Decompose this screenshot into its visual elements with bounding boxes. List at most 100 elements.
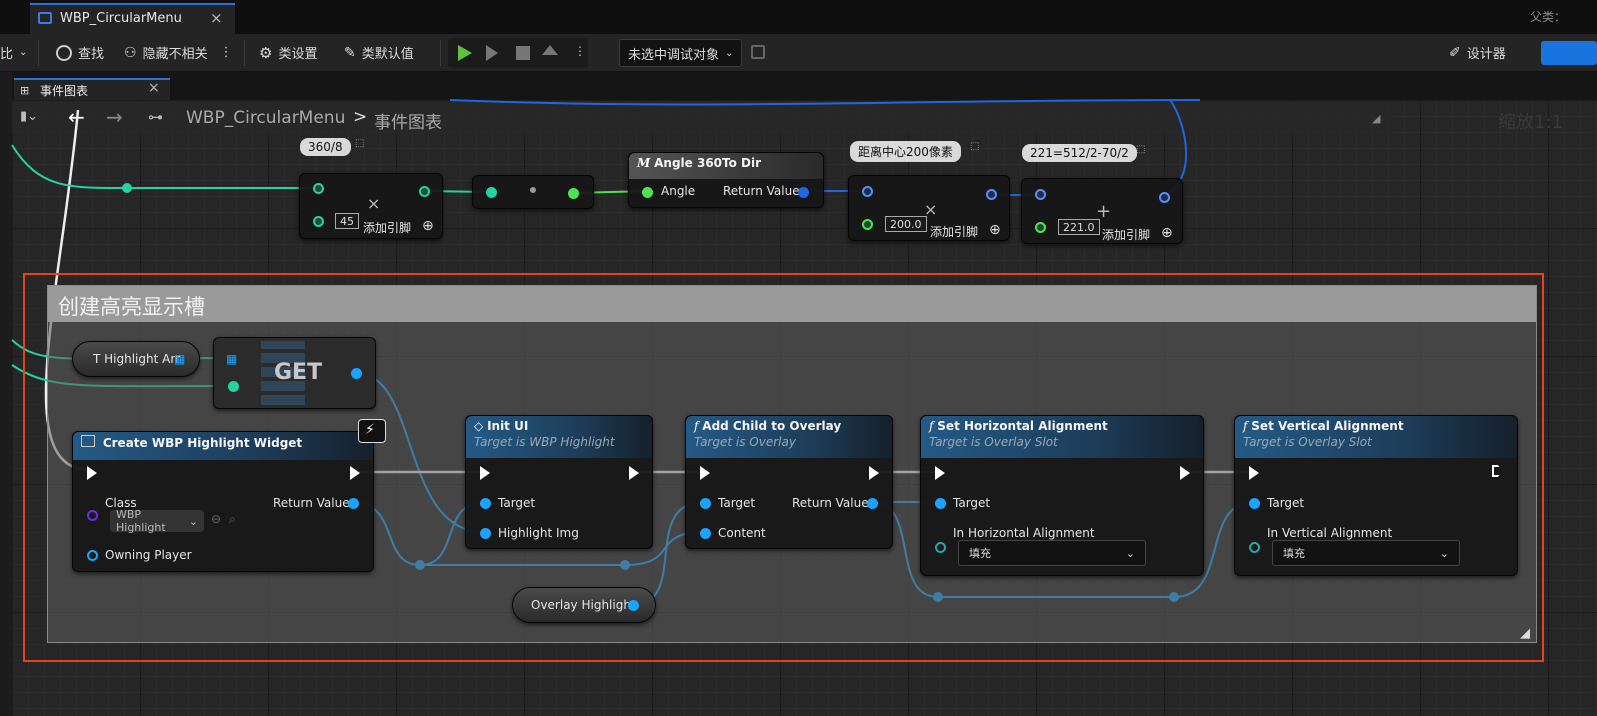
class-input-pin[interactable] [87, 510, 98, 521]
node-title: Create WBP Highlight Widget [102, 436, 303, 450]
angle-input-pin[interactable] [642, 187, 653, 198]
alignment-pin-label: In Horizontal Alignment [953, 526, 1095, 540]
divide-node[interactable]: × 45 添加引脚 ⊕ [299, 173, 443, 239]
return-output-pin[interactable] [348, 498, 359, 509]
angle-pin-label: Angle [661, 184, 696, 198]
highlight-img-pin[interactable] [480, 528, 491, 539]
exec-input-pin[interactable] [700, 466, 710, 480]
pin-comment-icon[interactable]: ⬚ [970, 141, 979, 152]
owning-player-label: Owning Player [105, 548, 192, 562]
init-ui-node[interactable]: ◇ Init UI Target is WBP Highlight Target… [465, 415, 653, 549]
array-get-node[interactable]: GET ▦ [213, 337, 376, 409]
exec-output-pin-unconnected[interactable] [1492, 465, 1502, 477]
add-node[interactable]: + 221.0 添加引脚 ⊕ [1021, 178, 1183, 244]
function-icon: f [694, 419, 699, 433]
class-select[interactable]: WBP Highlight ⌄ [110, 508, 204, 534]
index-input-pin[interactable] [228, 381, 239, 392]
output-pin[interactable] [568, 188, 579, 199]
add-pin-icon[interactable]: ⊕ [422, 218, 434, 234]
output-pin[interactable] [1159, 192, 1170, 203]
search-icon[interactable]: ⌕ [229, 512, 236, 527]
target-pin[interactable] [935, 498, 946, 509]
reroute-convert-node[interactable] [472, 175, 594, 209]
target-pin-label: Target [1267, 496, 1305, 510]
chevron-down-icon: ⌄ [188, 514, 198, 528]
add-pin-icon[interactable]: ⊕ [1161, 225, 1173, 241]
add-pin-icon[interactable]: ⊕ [989, 222, 1001, 238]
return-pin-label: Return Value [723, 184, 800, 198]
array-pin-icon[interactable]: ▦ [226, 352, 237, 366]
set-vertical-alignment-node[interactable]: f Set Vertical Alignment Target is Overl… [1234, 415, 1518, 576]
owning-player-pin[interactable] [87, 550, 98, 561]
variable-label: Overlay Highlight [531, 598, 636, 612]
input-pin[interactable] [313, 183, 324, 194]
output-pin[interactable] [986, 189, 997, 200]
output-pin[interactable] [351, 368, 362, 379]
lightning-icon: ⚡ [365, 422, 375, 438]
output-pin[interactable] [419, 186, 430, 197]
input-pin[interactable] [486, 187, 497, 198]
return-output-pin[interactable] [798, 187, 809, 198]
add-pin-label[interactable]: 添加引脚 [930, 223, 978, 240]
get-label: GET [274, 360, 323, 385]
alignment-pin[interactable] [935, 542, 946, 553]
overlay-highlight-variable-node[interactable]: Overlay Highlight [512, 587, 656, 623]
input-pin[interactable] [313, 216, 324, 227]
pin-comment-icon[interactable]: ⬚ [1136, 144, 1145, 155]
angle-to-dir-node[interactable]: M Angle 360To Dir Angle Return Value [628, 152, 824, 208]
pin-comment-icon[interactable]: ⬚ [355, 138, 364, 149]
widget-icon [81, 435, 95, 447]
array-pin-icon[interactable]: ▦ [174, 352, 185, 366]
node-title: Set Horizontal Alignment [937, 419, 1108, 433]
resize-grip-icon[interactable]: ◢ [1520, 626, 1530, 641]
variable-label: T Highlight Arr [93, 352, 180, 366]
horizontal-alignment-select[interactable]: 填充 ⌄ [958, 540, 1146, 566]
mul-value-field[interactable]: 200.0 [885, 216, 927, 232]
exec-input-pin[interactable] [1249, 466, 1259, 480]
event-icon: ◇ [474, 419, 484, 433]
return-pin-label: Return Value [273, 496, 350, 510]
exec-output-pin[interactable] [869, 466, 879, 480]
input-pin[interactable] [862, 186, 873, 197]
add-pin-label[interactable]: 添加引脚 [1102, 226, 1150, 243]
target-pin-label: Target [953, 496, 991, 510]
t-highlight-variable-node[interactable]: T Highlight Arr ▦ [72, 341, 200, 377]
exec-input-pin[interactable] [480, 466, 490, 480]
create-widget-node[interactable]: Create WBP Highlight Widget Class Return… [72, 431, 374, 572]
node-title: Add Child to Overlay [702, 419, 842, 433]
content-pin[interactable] [700, 528, 711, 539]
return-output-pin[interactable] [867, 498, 878, 509]
exec-input-pin[interactable] [87, 466, 97, 480]
alignment-pin[interactable] [1249, 542, 1260, 553]
node-subtitle: Target is Overlay Slot [929, 435, 1058, 449]
node-subtitle: Target is Overlay Slot [1243, 435, 1372, 449]
target-pin[interactable] [1249, 498, 1260, 509]
exec-input-pin[interactable] [935, 466, 945, 480]
browse-arrow-icon[interactable]: ⊖ [211, 512, 221, 526]
exec-output-pin[interactable] [350, 466, 360, 480]
node-title: Init UI [487, 419, 529, 433]
comment-title[interactable]: 创建高亮显示槽 [48, 286, 1536, 322]
target-pin[interactable] [480, 498, 491, 509]
node-subtitle: Target is WBP Highlight [474, 435, 615, 449]
div-comment-bubble: 360/8 [300, 138, 351, 156]
set-horizontal-alignment-node[interactable]: f Set Horizontal Alignment Target is Ove… [920, 415, 1204, 576]
multiply-node[interactable]: × 200.0 添加引脚 ⊕ [848, 175, 1010, 241]
latent-icon: ⚡ [358, 419, 386, 443]
vertical-alignment-select[interactable]: 填充 ⌄ [1272, 540, 1460, 566]
input-pin[interactable] [1035, 189, 1046, 200]
node-title: Angle 360To Dir [654, 156, 762, 170]
input-pin[interactable] [1035, 222, 1046, 233]
exec-output-pin[interactable] [629, 466, 639, 480]
div-value-field[interactable]: 45 [335, 213, 359, 229]
target-pin[interactable] [700, 498, 711, 509]
chevron-down-icon: ⌄ [1125, 546, 1135, 560]
input-pin[interactable] [862, 219, 873, 230]
add-child-node[interactable]: f Add Child to Overlay Target is Overlay… [685, 415, 893, 549]
function-icon: f [1243, 419, 1248, 433]
exec-output-pin[interactable] [1180, 466, 1190, 480]
output-pin[interactable] [628, 600, 639, 611]
add-value-field[interactable]: 221.0 [1058, 219, 1100, 235]
target-pin-label: Target [718, 496, 756, 510]
add-pin-label[interactable]: 添加引脚 [363, 219, 411, 236]
